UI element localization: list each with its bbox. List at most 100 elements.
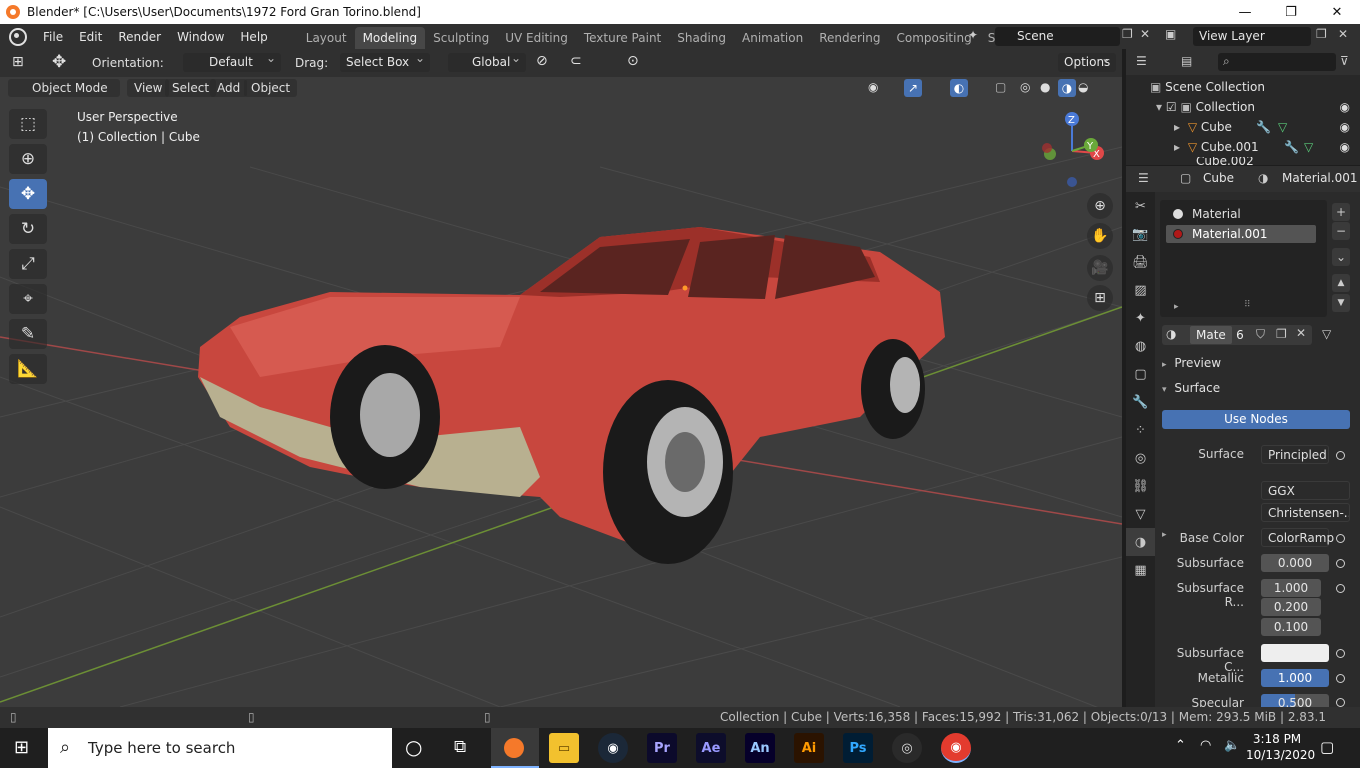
menu-render[interactable]: Render: [110, 30, 169, 44]
use-nodes-button[interactable]: Use Nodes: [1162, 410, 1350, 429]
task-view-icon[interactable]: ⧉: [454, 737, 466, 757]
subsurface-radius-g[interactable]: 0.200: [1261, 598, 1321, 616]
checkbox-icon[interactable]: ☑: [1166, 100, 1177, 114]
material-slot-selected[interactable]: Material.001: [1166, 225, 1316, 243]
menu-help[interactable]: Help: [232, 30, 275, 44]
visibility-icon[interactable]: ◉: [868, 80, 878, 94]
specular-field[interactable]: 0.500: [1261, 694, 1329, 707]
chrome-icon[interactable]: ◉: [941, 733, 971, 763]
eye-icon[interactable]: ◉: [1340, 137, 1350, 157]
show-hidden-icons-icon[interactable]: ⌃: [1175, 738, 1186, 753]
move-tool-icon[interactable]: ✥: [9, 179, 47, 209]
tool-tab-icon[interactable]: ✂: [1126, 192, 1155, 220]
after-effects-icon[interactable]: Ae: [696, 733, 726, 763]
subsurface-color-swatch[interactable]: [1261, 644, 1329, 662]
remove-slot-button[interactable]: −: [1332, 222, 1350, 240]
tab-compositing[interactable]: Compositing: [888, 27, 979, 49]
outliner-item-cube-001[interactable]: ▸ ▽ Cube.001 🔧 ▽ ◉: [1126, 137, 1360, 157]
menu-select[interactable]: Select: [165, 79, 217, 97]
modifier-tab-icon[interactable]: 🔧: [1126, 388, 1155, 416]
expand-icon[interactable]: ▾: [1156, 100, 1162, 114]
obs-icon[interactable]: ◎: [892, 733, 922, 763]
menu-object[interactable]: Object: [244, 79, 298, 97]
world-tab-icon[interactable]: ◍: [1126, 332, 1155, 360]
tab-shading[interactable]: Shading: [669, 27, 734, 49]
taskbar-blender-app[interactable]: [491, 728, 539, 768]
mode-dropdown[interactable]: Object Mode: [8, 79, 120, 97]
camera-view-icon[interactable]: 🎥: [1087, 255, 1113, 281]
snap-icon[interactable]: ⊂: [570, 53, 582, 69]
solid-shading-icon[interactable]: ●: [1040, 80, 1050, 94]
outliner-scene-collection[interactable]: ▣ Scene Collection: [1126, 77, 1360, 97]
menu-file[interactable]: File: [35, 30, 71, 44]
outliner-search-input[interactable]: ⌕: [1218, 53, 1336, 71]
pivot-icon[interactable]: ⊘: [536, 53, 548, 69]
tab-animation[interactable]: Animation: [734, 27, 811, 49]
expand-icon[interactable]: ▸: [1174, 140, 1180, 154]
maximize-button[interactable]: ❐: [1268, 0, 1314, 24]
outliner-item-cube[interactable]: ▸ ▽ Cube 🔧 ▽ ◉: [1126, 117, 1360, 137]
subsurface-method-dropdown[interactable]: Christensen-...: [1261, 503, 1350, 522]
premiere-icon[interactable]: Pr: [647, 733, 677, 763]
material-name-field[interactable]: Mate: [1190, 326, 1232, 344]
preview-panel-header[interactable]: ▸ Preview: [1162, 356, 1221, 370]
tab-texture-paint[interactable]: Texture Paint: [576, 27, 669, 49]
duplicate-material-icon[interactable]: ❐: [1276, 327, 1287, 341]
material-slot[interactable]: Material: [1166, 205, 1316, 223]
3d-viewport[interactable]: Object Mode View Select Add Object ◉ ↗ ◐…: [0, 77, 1122, 707]
tab-rendering[interactable]: Rendering: [811, 27, 888, 49]
gizmo-toggle-icon[interactable]: ↗: [904, 79, 922, 97]
user-count-badge[interactable]: 6: [1232, 326, 1248, 344]
socket-icon[interactable]: [1336, 698, 1345, 707]
select-box-tool-icon[interactable]: ⬚: [9, 109, 47, 139]
move-slot-up-button[interactable]: ▲: [1332, 274, 1350, 292]
rotate-tool-icon[interactable]: ↻: [9, 214, 47, 244]
options-dropdown[interactable]: Options: [1058, 49, 1116, 72]
xray-icon[interactable]: ▢: [995, 80, 1006, 94]
navigation-gizmo[interactable]: Z X Y: [1036, 107, 1106, 187]
overlay-toggle-icon[interactable]: ◐: [950, 79, 968, 97]
menu-add[interactable]: Add: [210, 79, 248, 97]
orientation-dropdown[interactable]: Default: [183, 49, 281, 72]
socket-icon[interactable]: [1336, 649, 1345, 658]
eye-icon[interactable]: ◉: [1340, 117, 1350, 137]
material-tab-icon[interactable]: ◑: [1126, 528, 1155, 556]
clock[interactable]: 3:18 PM 10/13/2020: [1246, 731, 1315, 763]
constraints-tab-icon[interactable]: ⛓: [1126, 472, 1155, 500]
steam-icon[interactable]: ◉: [598, 733, 628, 763]
wifi-icon[interactable]: ◠: [1200, 738, 1211, 753]
move-slot-down-button[interactable]: ▼: [1332, 294, 1350, 312]
properties-editor-icon[interactable]: ☰: [1138, 171, 1149, 185]
tab-sculpting[interactable]: Sculpting: [425, 27, 497, 49]
output-tab-icon[interactable]: 🖨: [1126, 248, 1155, 276]
scene-selector[interactable]: Scene: [995, 27, 1120, 46]
object-tab-icon[interactable]: ▢: [1126, 360, 1155, 388]
tab-uv-editing[interactable]: UV Editing: [497, 27, 576, 49]
close-button[interactable]: ✕: [1314, 0, 1360, 24]
material-browse-icon[interactable]: ◑: [1166, 327, 1176, 341]
wireframe-shading-icon[interactable]: ◎: [1020, 80, 1030, 94]
unlink-material-icon[interactable]: ✕: [1296, 326, 1306, 340]
windows-start-icon[interactable]: ⊞: [14, 737, 29, 758]
menu-view[interactable]: View: [127, 79, 170, 97]
transform-tool-icon[interactable]: ⌖: [9, 284, 47, 314]
base-color-input[interactable]: ColorRamp: [1261, 528, 1334, 547]
subsurface-radius-r[interactable]: 1.000: [1261, 579, 1321, 597]
particles-tab-icon[interactable]: ⁘: [1126, 416, 1155, 444]
socket-icon[interactable]: [1336, 674, 1345, 683]
notifications-icon[interactable]: ▢: [1320, 738, 1334, 756]
cursor-tool-icon[interactable]: ⊕: [9, 144, 47, 174]
view-layer-selector[interactable]: View Layer: [1193, 27, 1311, 46]
filter-icon[interactable]: ⊽: [1340, 54, 1349, 68]
menu-edit[interactable]: Edit: [71, 30, 110, 44]
cortana-icon[interactable]: ○: [405, 735, 422, 759]
render-tab-icon[interactable]: 📷: [1126, 220, 1155, 248]
car-model[interactable]: [198, 227, 945, 564]
animate-icon[interactable]: An: [745, 733, 775, 763]
physics-tab-icon[interactable]: ◎: [1126, 444, 1155, 472]
new-scene-icon[interactable]: ❐: [1122, 27, 1133, 41]
subsurface-field[interactable]: 0.000: [1261, 554, 1329, 572]
scene-tab-icon[interactable]: ✦: [1126, 304, 1155, 332]
ortho-grid-icon[interactable]: ⊞: [1087, 285, 1113, 311]
menu-window[interactable]: Window: [169, 30, 232, 44]
